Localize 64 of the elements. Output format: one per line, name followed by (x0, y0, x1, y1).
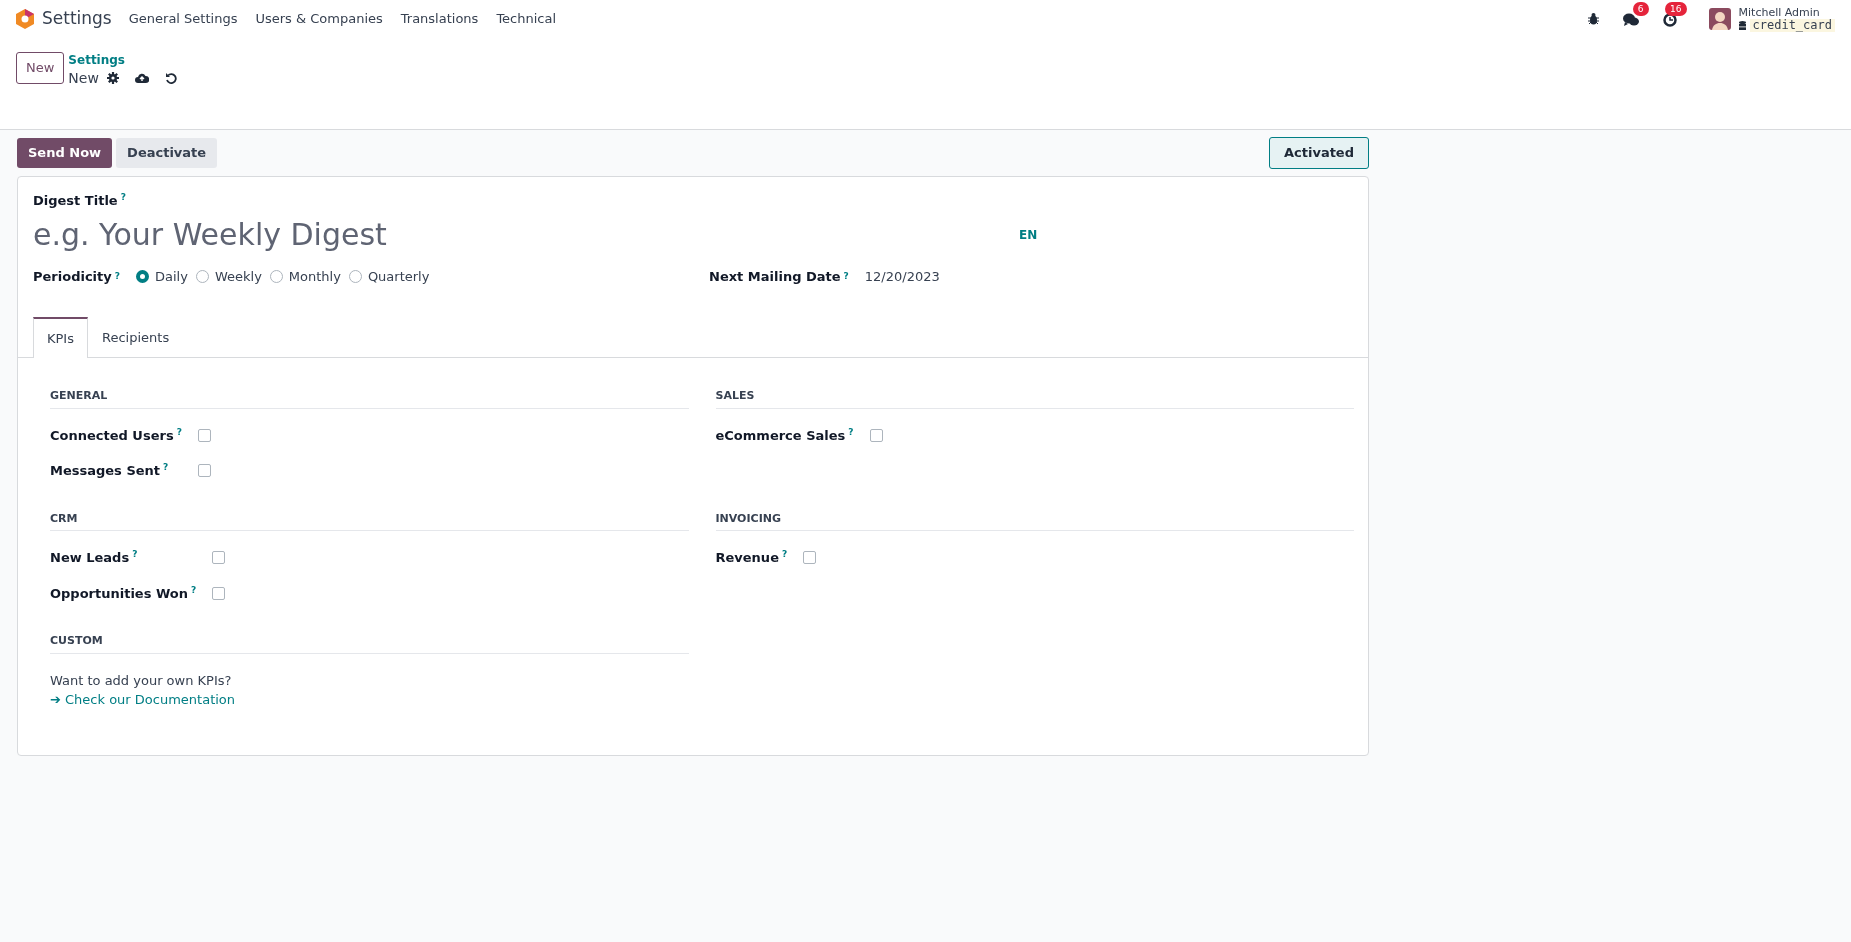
field-label: New Leads (50, 549, 130, 567)
menu-item[interactable]: Users & Companies (246, 9, 392, 29)
section-heading: SALES (715, 388, 1354, 409)
new-button[interactable]: New (16, 52, 65, 84)
radio-label[interactable]: Monthly (288, 267, 341, 287)
checkbox[interactable] (212, 551, 226, 565)
help-tooltip[interactable]: ? (843, 270, 849, 284)
menu-item[interactable]: Technical (487, 9, 566, 29)
avatar-icon[interactable] (1708, 8, 1731, 30)
status-button[interactable]: Activated (1268, 137, 1369, 169)
app-name[interactable]: Settings (42, 6, 112, 32)
date-value: 12/20/2023 (864, 268, 940, 286)
checkbox[interactable] (803, 551, 817, 565)
menu-item[interactable]: Translations (391, 9, 488, 29)
radio-label[interactable]: Quarterly (367, 267, 430, 287)
section-heading: CUSTOM (50, 633, 689, 654)
section-heading: CRM (50, 510, 689, 531)
help-tooltip[interactable]: ? (114, 270, 120, 284)
field-label: Opportunities Won (50, 584, 188, 603)
language-button[interactable]: EN (1019, 225, 1038, 244)
activity-count-badge: 16 (1665, 2, 1687, 17)
checkbox[interactable] (197, 428, 211, 442)
checkbox[interactable] (869, 428, 883, 442)
field-label: Revenue (715, 549, 779, 567)
database-name: credit_card (1749, 19, 1835, 32)
field-label: Periodicity (33, 268, 112, 286)
record-name: New (68, 69, 99, 86)
section-heading: INVOICING (715, 510, 1354, 531)
app-logo-icon[interactable] (16, 9, 34, 29)
action-button[interactable]: Send Now (17, 138, 113, 168)
field-label: Next Mailing Date (709, 268, 841, 286)
help-tooltip[interactable]: ? (132, 548, 138, 568)
cloud-upload-icon[interactable] (134, 72, 149, 83)
radio-label[interactable]: Daily (155, 267, 188, 287)
tab[interactable]: KPIs (33, 316, 88, 358)
tab[interactable]: Recipients (88, 316, 184, 357)
bug-icon[interactable] (1587, 13, 1599, 25)
checkbox[interactable] (197, 464, 211, 478)
help-tooltip[interactable]: ? (848, 425, 854, 445)
chat-icon[interactable] (1622, 12, 1639, 27)
custom-kpi-text: Want to add your own KPIs? (50, 671, 233, 690)
gear-icon[interactable] (106, 71, 119, 84)
radio-button[interactable] (136, 270, 149, 284)
documentation-link[interactable]: ➔ Check our Documentation (50, 692, 236, 707)
help-tooltip[interactable]: ? (191, 583, 197, 603)
field-label: Digest Title (33, 191, 118, 210)
help-tooltip[interactable]: ? (176, 425, 182, 445)
help-tooltip[interactable]: ? (163, 461, 169, 481)
undo-icon[interactable] (164, 71, 177, 84)
radio-label[interactable]: Weekly (214, 267, 262, 287)
field-label: Connected Users (50, 426, 174, 445)
message-count-badge: 6 (1632, 2, 1649, 17)
field-label: Messages Sent (50, 462, 161, 480)
breadcrumb-link[interactable]: Settings (68, 53, 125, 67)
menu-item[interactable]: General Settings (119, 9, 247, 29)
checkbox[interactable] (212, 586, 226, 600)
action-button[interactable]: Deactivate (116, 138, 218, 168)
clock-icon[interactable] (1662, 12, 1677, 27)
field-label: eCommerce Sales (715, 426, 846, 445)
section-heading: GENERAL (50, 388, 689, 409)
help-tooltip[interactable]: ? (120, 190, 126, 210)
user-name: Mitchell Admin (1738, 6, 1821, 19)
help-tooltip[interactable]: ? (781, 548, 788, 568)
database-icon (1738, 21, 1746, 30)
